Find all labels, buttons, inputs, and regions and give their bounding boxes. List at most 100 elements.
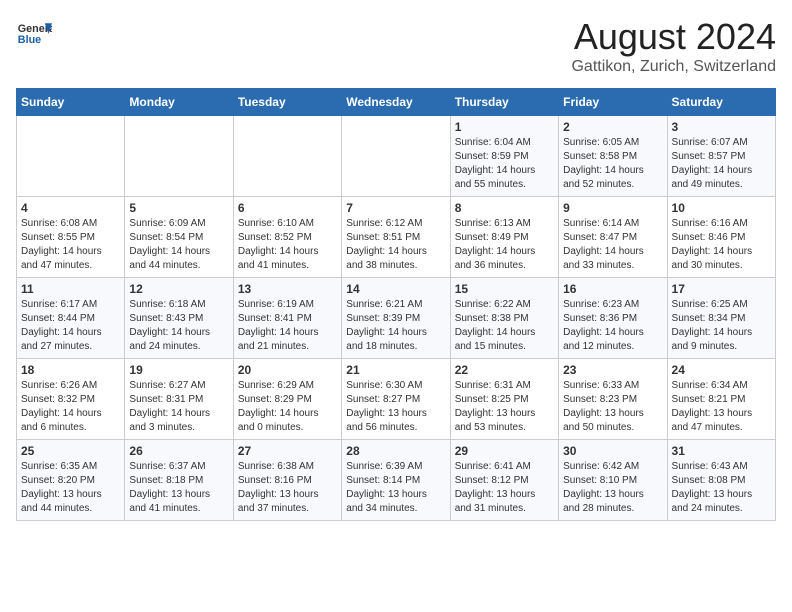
day-number: 16 xyxy=(563,282,662,296)
day-info: Sunrise: 6:16 AM Sunset: 8:46 PM Dayligh… xyxy=(672,217,771,273)
day-number: 7 xyxy=(346,201,445,215)
calendar-cell xyxy=(17,116,125,197)
day-number: 1 xyxy=(455,120,554,134)
calendar-cell xyxy=(233,116,341,197)
calendar-cell: 5 Sunrise: 6:09 AM Sunset: 8:54 PM Daylig… xyxy=(125,197,233,278)
day-number: 10 xyxy=(672,201,771,215)
day-number: 24 xyxy=(672,363,771,377)
day-info: Sunrise: 6:43 AM Sunset: 8:08 PM Dayligh… xyxy=(672,460,771,516)
day-info: Sunrise: 6:09 AM Sunset: 8:54 PM Dayligh… xyxy=(129,217,228,273)
day-number: 3 xyxy=(672,120,771,134)
day-info: Sunrise: 6:27 AM Sunset: 8:31 PM Dayligh… xyxy=(129,379,228,435)
svg-text:Blue: Blue xyxy=(18,34,41,46)
calendar-cell: 19 Sunrise: 6:27 AM Sunset: 8:31 PM Dayli… xyxy=(125,359,233,440)
day-header-sunday: Sunday xyxy=(17,89,125,116)
day-info: Sunrise: 6:42 AM Sunset: 8:10 PM Dayligh… xyxy=(563,460,662,516)
day-info: Sunrise: 6:18 AM Sunset: 8:43 PM Dayligh… xyxy=(129,298,228,354)
calendar-cell: 26Sunrise: 6:37 AM Sunset: 8:18 PM Dayli… xyxy=(125,440,233,521)
week-row-2: 4 Sunrise: 6:08 AM Sunset: 8:55 PM Daylig… xyxy=(17,197,776,278)
calendar-table: SundayMondayTuesdayWednesdayThursdayFrid… xyxy=(16,88,776,521)
day-info: Sunrise: 6:10 AM Sunset: 8:52 PM Dayligh… xyxy=(238,217,337,273)
main-title: August 2024 xyxy=(571,16,776,58)
day-headers-row: SundayMondayTuesdayWednesdayThursdayFrid… xyxy=(17,89,776,116)
day-info: Sunrise: 6:04 AM Sunset: 8:59 PM Dayligh… xyxy=(455,136,554,192)
day-number: 13 xyxy=(238,282,337,296)
week-row-1: 1 Sunrise: 6:04 AM Sunset: 8:59 PM Daylig… xyxy=(17,116,776,197)
day-number: 30 xyxy=(563,444,662,458)
day-number: 6 xyxy=(238,201,337,215)
day-number: 20 xyxy=(238,363,337,377)
calendar-cell: 10 Sunrise: 6:16 AM Sunset: 8:46 PM Dayli… xyxy=(667,197,775,278)
day-info: Sunrise: 6:23 AM Sunset: 8:36 PM Dayligh… xyxy=(563,298,662,354)
calendar-cell: 9 Sunrise: 6:14 AM Sunset: 8:47 PM Daylig… xyxy=(559,197,667,278)
calendar-cell: 6 Sunrise: 6:10 AM Sunset: 8:52 PM Daylig… xyxy=(233,197,341,278)
day-info: Sunrise: 6:38 AM Sunset: 8:16 PM Dayligh… xyxy=(238,460,337,516)
calendar-cell: 21 Sunrise: 6:30 AM Sunset: 8:27 PM Dayli… xyxy=(342,359,450,440)
subtitle: Gattikon, Zurich, Switzerland xyxy=(571,58,776,76)
calendar-body: 1 Sunrise: 6:04 AM Sunset: 8:59 PM Daylig… xyxy=(17,116,776,521)
logo: General Blue xyxy=(16,16,52,52)
day-info: Sunrise: 6:31 AM Sunset: 8:25 PM Dayligh… xyxy=(455,379,554,435)
title-area: August 2024 Gattikon, Zurich, Switzerlan… xyxy=(571,16,776,76)
day-info: Sunrise: 6:33 AM Sunset: 8:23 PM Dayligh… xyxy=(563,379,662,435)
day-number: 2 xyxy=(563,120,662,134)
day-number: 9 xyxy=(563,201,662,215)
day-number: 18 xyxy=(21,363,120,377)
day-info: Sunrise: 6:07 AM Sunset: 8:57 PM Dayligh… xyxy=(672,136,771,192)
day-info: Sunrise: 6:08 AM Sunset: 8:55 PM Dayligh… xyxy=(21,217,120,273)
day-info: Sunrise: 6:14 AM Sunset: 8:47 PM Dayligh… xyxy=(563,217,662,273)
calendar-cell xyxy=(342,116,450,197)
day-header-saturday: Saturday xyxy=(667,89,775,116)
calendar-cell: 16 Sunrise: 6:23 AM Sunset: 8:36 PM Dayli… xyxy=(559,278,667,359)
day-info: Sunrise: 6:25 AM Sunset: 8:34 PM Dayligh… xyxy=(672,298,771,354)
day-info: Sunrise: 6:39 AM Sunset: 8:14 PM Dayligh… xyxy=(346,460,445,516)
calendar-header: SundayMondayTuesdayWednesdayThursdayFrid… xyxy=(17,89,776,116)
day-info: Sunrise: 6:34 AM Sunset: 8:21 PM Dayligh… xyxy=(672,379,771,435)
day-header-monday: Monday xyxy=(125,89,233,116)
calendar-cell xyxy=(125,116,233,197)
day-number: 22 xyxy=(455,363,554,377)
calendar-cell: 27Sunrise: 6:38 AM Sunset: 8:16 PM Dayli… xyxy=(233,440,341,521)
day-info: Sunrise: 6:17 AM Sunset: 8:44 PM Dayligh… xyxy=(21,298,120,354)
day-info: Sunrise: 6:21 AM Sunset: 8:39 PM Dayligh… xyxy=(346,298,445,354)
logo-icon: General Blue xyxy=(16,16,52,52)
calendar-cell: 30 Sunrise: 6:42 AM Sunset: 8:10 PM Dayli… xyxy=(559,440,667,521)
day-info: Sunrise: 6:35 AM Sunset: 8:20 PM Dayligh… xyxy=(21,460,120,516)
calendar-cell: 17Sunrise: 6:25 AM Sunset: 8:34 PM Dayli… xyxy=(667,278,775,359)
day-number: 25 xyxy=(21,444,120,458)
day-header-friday: Friday xyxy=(559,89,667,116)
day-number: 15 xyxy=(455,282,554,296)
calendar-cell: 20Sunrise: 6:29 AM Sunset: 8:29 PM Dayli… xyxy=(233,359,341,440)
week-row-3: 11 Sunrise: 6:17 AM Sunset: 8:44 PM Dayli… xyxy=(17,278,776,359)
day-info: Sunrise: 6:41 AM Sunset: 8:12 PM Dayligh… xyxy=(455,460,554,516)
day-info: Sunrise: 6:19 AM Sunset: 8:41 PM Dayligh… xyxy=(238,298,337,354)
calendar-cell: 7Sunrise: 6:12 AM Sunset: 8:51 PM Daylig… xyxy=(342,197,450,278)
day-number: 31 xyxy=(672,444,771,458)
calendar-cell: 13 Sunrise: 6:19 AM Sunset: 8:41 PM Dayli… xyxy=(233,278,341,359)
calendar-cell: 1 Sunrise: 6:04 AM Sunset: 8:59 PM Daylig… xyxy=(450,116,558,197)
day-number: 28 xyxy=(346,444,445,458)
day-number: 5 xyxy=(129,201,228,215)
week-row-5: 25 Sunrise: 6:35 AM Sunset: 8:20 PM Dayli… xyxy=(17,440,776,521)
calendar-cell: 24 Sunrise: 6:34 AM Sunset: 8:21 PM Dayli… xyxy=(667,359,775,440)
calendar-cell: 14 Sunrise: 6:21 AM Sunset: 8:39 PM Dayli… xyxy=(342,278,450,359)
day-info: Sunrise: 6:37 AM Sunset: 8:18 PM Dayligh… xyxy=(129,460,228,516)
calendar-cell: 3 Sunrise: 6:07 AM Sunset: 8:57 PM Daylig… xyxy=(667,116,775,197)
day-header-thursday: Thursday xyxy=(450,89,558,116)
day-number: 11 xyxy=(21,282,120,296)
day-number: 12 xyxy=(129,282,228,296)
day-number: 14 xyxy=(346,282,445,296)
day-number: 8 xyxy=(455,201,554,215)
day-number: 4 xyxy=(21,201,120,215)
calendar-cell: 12 Sunrise: 6:18 AM Sunset: 8:43 PM Dayli… xyxy=(125,278,233,359)
day-header-tuesday: Tuesday xyxy=(233,89,341,116)
day-number: 21 xyxy=(346,363,445,377)
calendar-cell: 28 Sunrise: 6:39 AM Sunset: 8:14 PM Dayli… xyxy=(342,440,450,521)
calendar-cell: 4 Sunrise: 6:08 AM Sunset: 8:55 PM Daylig… xyxy=(17,197,125,278)
day-header-wednesday: Wednesday xyxy=(342,89,450,116)
day-number: 19 xyxy=(129,363,228,377)
calendar-cell: 11 Sunrise: 6:17 AM Sunset: 8:44 PM Dayli… xyxy=(17,278,125,359)
day-info: Sunrise: 6:30 AM Sunset: 8:27 PM Dayligh… xyxy=(346,379,445,435)
calendar-cell: 29Sunrise: 6:41 AM Sunset: 8:12 PM Dayli… xyxy=(450,440,558,521)
calendar-cell: 23Sunrise: 6:33 AM Sunset: 8:23 PM Dayli… xyxy=(559,359,667,440)
